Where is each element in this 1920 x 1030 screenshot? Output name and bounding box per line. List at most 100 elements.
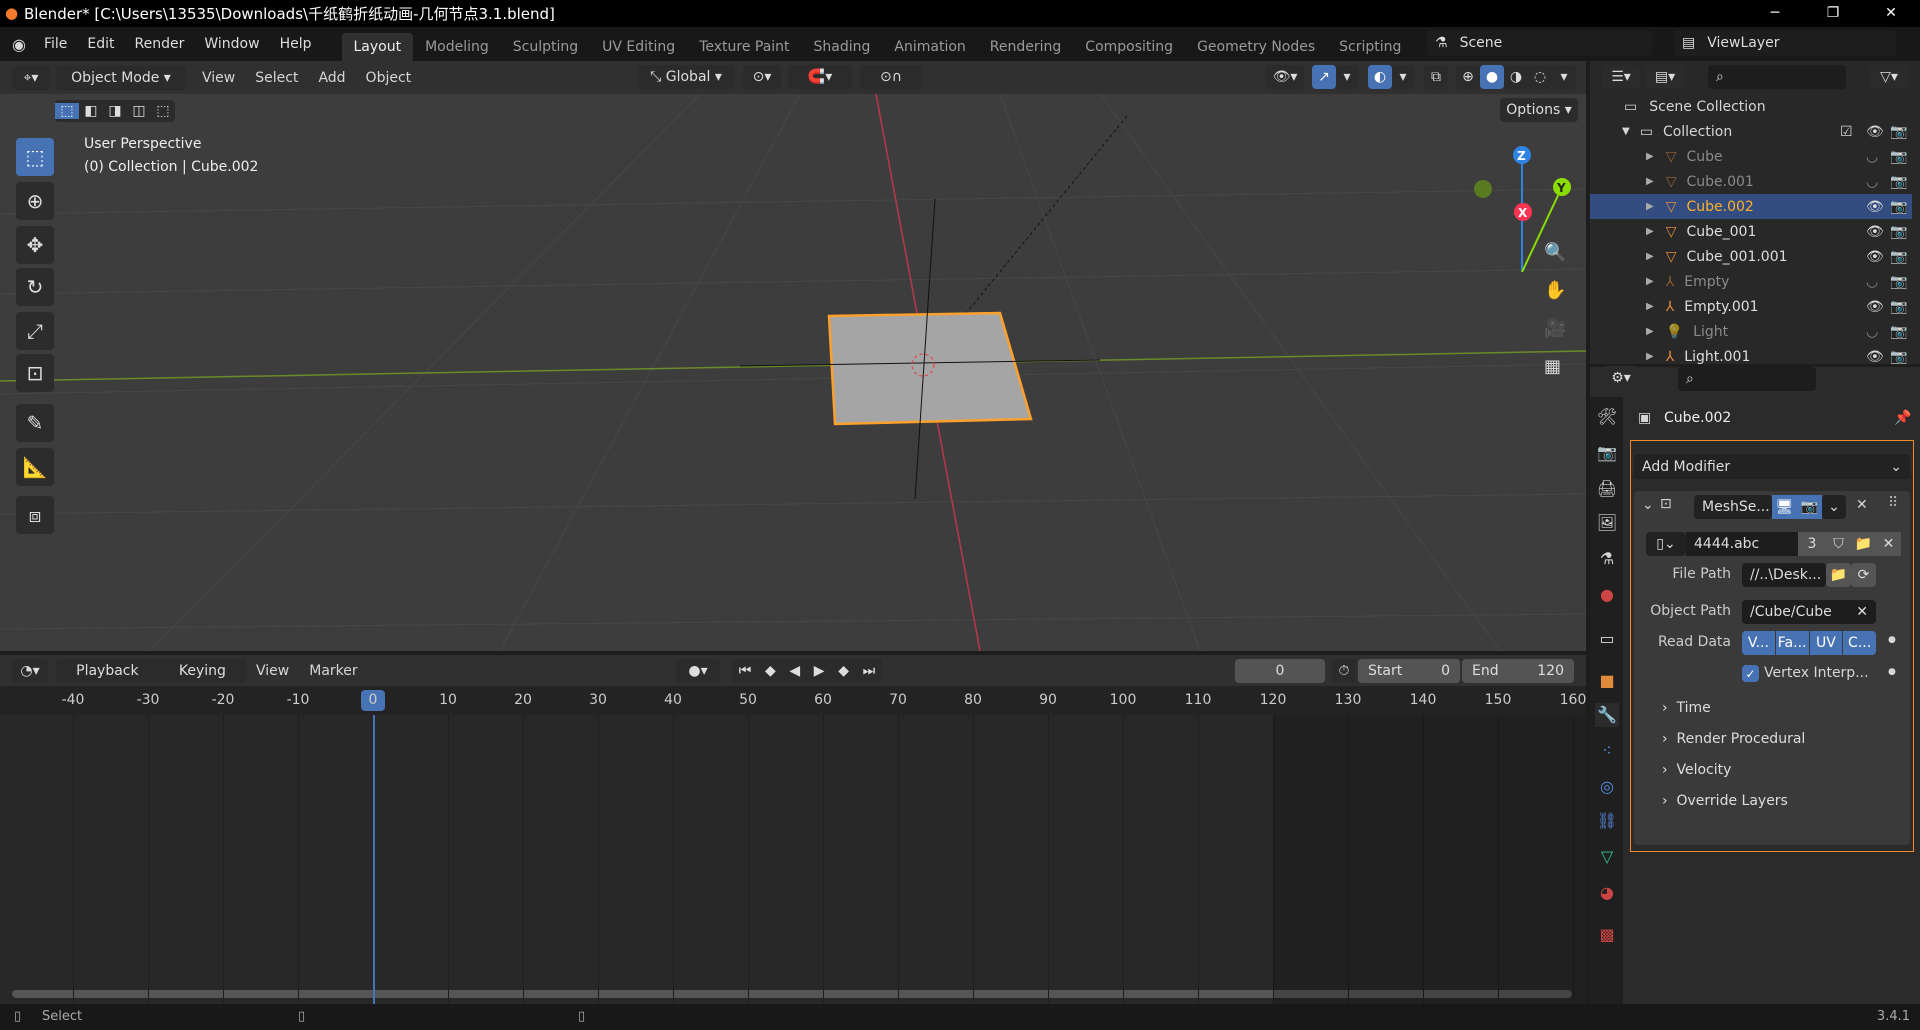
collapse-modifier-icon[interactable]: ⌄ (1642, 497, 1654, 513)
eye-icon[interactable]: 👁 (1866, 249, 1884, 265)
select-intersect-icon[interactable]: ⬚ (151, 103, 175, 119)
view-layer-tab-icon[interactable]: 🖼 (1595, 511, 1619, 535)
blender-menu-icon[interactable]: ◉ (12, 35, 26, 54)
modifier-extras-dropdown[interactable]: ⌄ (1822, 495, 1846, 519)
read-uv-toggle[interactable]: UV (1809, 631, 1843, 655)
tab-uv-editing[interactable]: UV Editing (590, 33, 687, 61)
cache-file-browse-icon[interactable]: ▯⌄ (1646, 532, 1686, 556)
camera-view-icon[interactable]: 🎥 (1544, 318, 1566, 339)
play-icon[interactable]: ▶ (814, 663, 825, 679)
camera-icon[interactable]: 📷 (1890, 299, 1907, 315)
unlink-cache-icon[interactable]: ✕ (1876, 532, 1901, 556)
properties-search-input[interactable]: ⌕ (1678, 367, 1816, 391)
outliner-item[interactable]: ▶ ▽ Cube.002 👁 📷 (1590, 194, 1912, 219)
scene-tab-icon[interactable]: ⚗ (1595, 547, 1619, 571)
rotate-tool-icon[interactable]: ↻ (16, 268, 54, 306)
select-extend-icon[interactable]: ◧ (79, 103, 103, 119)
select-new-icon[interactable]: ⬚ (55, 103, 79, 119)
expand-arrow-icon[interactable]: ▶ (1646, 326, 1654, 337)
snap-icon[interactable]: 🧲▾ (788, 65, 852, 89)
camera-icon[interactable]: 📷 (1890, 249, 1907, 265)
shading-dropdown[interactable]: ▾ (1552, 65, 1576, 89)
select-box-tool-icon[interactable]: ⬚ (16, 138, 54, 176)
gizmo-toggle-icon[interactable]: ↗ (1312, 65, 1336, 89)
collection-checkbox[interactable]: ☑ (1840, 124, 1853, 140)
tab-rendering[interactable]: Rendering (978, 33, 1074, 61)
material-tab-icon[interactable]: ◕ (1595, 881, 1619, 905)
measure-tool-icon[interactable]: 📐 (16, 448, 54, 486)
open-cache-folder-icon[interactable]: 📁 (1851, 532, 1876, 556)
preview-range-icon[interactable]: ⏱ (1332, 659, 1356, 683)
remove-modifier-icon[interactable]: ✕ (1856, 497, 1868, 513)
prev-keyframe-icon[interactable]: ◆ (765, 663, 776, 679)
visibility-icon[interactable]: 👁▾ (1266, 65, 1304, 89)
camera-icon[interactable]: 📷 (1890, 274, 1907, 290)
eye-icon[interactable]: 👁 (1866, 299, 1884, 315)
outliner-item[interactable]: ▶ ▽ Cube_001.001 👁 📷 (1590, 244, 1912, 269)
eye-icon[interactable]: 👁 (1866, 349, 1884, 365)
object-tab-icon[interactable]: ■ (1595, 669, 1619, 693)
clear-object-path-icon[interactable]: ✕ (1856, 604, 1868, 620)
outliner-item[interactable]: ▶ ⅄ Empty ◡ 📷 (1590, 269, 1912, 294)
eye-icon[interactable]: 👁 (1866, 124, 1884, 140)
proportional-editing-icon[interactable]: ⊙∩ (860, 65, 922, 89)
tab-sculpting[interactable]: Sculpting (501, 33, 590, 61)
zoom-view-icon[interactable]: 🔍 (1544, 242, 1566, 263)
vertex-interpolation-checkbox[interactable]: ✓ (1742, 665, 1759, 682)
reload-file-icon[interactable]: ⟳ (1851, 563, 1876, 587)
tool-tab-icon[interactable]: 🛠 (1595, 405, 1619, 429)
tab-compositing[interactable]: Compositing (1073, 33, 1185, 61)
eye-icon[interactable]: 👁 (1866, 224, 1884, 240)
add-modifier-dropdown[interactable]: Add Modifier ⌄ (1634, 454, 1910, 479)
3d-viewport[interactable]: Z Y X ⬚ ◧ ◨ ◫ ⬚ Options ▾ User Perspecti… (0, 94, 1586, 651)
world-tab-icon[interactable]: ● (1595, 583, 1619, 607)
camera-icon[interactable]: 📷 (1890, 149, 1907, 165)
maximize-button[interactable]: ❐ (1804, 0, 1862, 27)
next-keyframe-icon[interactable]: ◆ (838, 663, 849, 679)
eye-closed-icon[interactable]: ◡ (1866, 324, 1878, 340)
scene-collection-label[interactable]: Scene Collection (1649, 99, 1765, 115)
cache-users-count[interactable]: 3 (1798, 532, 1826, 556)
eye-icon[interactable]: 👁 (1866, 199, 1884, 215)
viewport-menu-object[interactable]: Object (356, 70, 422, 86)
pin-icon[interactable]: 📌 (1894, 410, 1911, 426)
menu-render[interactable]: Render (125, 36, 195, 52)
cache-file-field[interactable]: 4444.abc (1686, 532, 1798, 556)
output-tab-icon[interactable]: 🖨 (1595, 477, 1619, 501)
expand-arrow-icon[interactable]: ▼ (1622, 126, 1630, 137)
pan-view-icon[interactable]: ✋ (1544, 280, 1566, 301)
expand-arrow-icon[interactable]: ▶ (1646, 301, 1654, 312)
overlay-toggle-icon[interactable]: ◐ (1368, 65, 1392, 89)
camera-icon[interactable]: 📷 (1890, 199, 1907, 215)
menu-window[interactable]: Window (194, 36, 269, 52)
outliner-item[interactable]: ▶ 💡 Light ◡ 📷 (1590, 319, 1912, 344)
close-button[interactable]: ✕ (1862, 0, 1920, 27)
browse-file-icon[interactable]: 📁 (1826, 563, 1851, 587)
timeline-menu-playback[interactable]: Playback (76, 663, 138, 679)
minimize-button[interactable]: ─ (1746, 0, 1804, 27)
read-face-toggle[interactable]: Fa... (1775, 631, 1809, 655)
editor-type-button[interactable]: ⌖▾ (12, 65, 50, 90)
select-subtract-icon[interactable]: ◨ (103, 103, 127, 119)
timeline-menu-keying[interactable]: Keying (179, 663, 226, 679)
physics-tab-icon[interactable]: ◎ (1595, 775, 1619, 799)
eye-closed-icon[interactable]: ◡ (1866, 174, 1878, 190)
timeline-editor-type-icon[interactable]: ◔▾ (12, 658, 48, 683)
viewport-menu-view[interactable]: View (186, 70, 245, 86)
camera-icon[interactable]: 📷 (1890, 124, 1907, 140)
ortho-toggle-icon[interactable]: ▦ (1544, 356, 1561, 377)
viewport-menu-add[interactable]: Add (308, 70, 355, 86)
outliner-item[interactable]: ▶ ▽ Cube ◡ 📷 (1590, 144, 1912, 169)
outliner-item[interactable]: ▶ ⅄ Empty.001 👁 📷 (1590, 294, 1912, 319)
expand-arrow-icon[interactable]: ▶ (1646, 151, 1654, 162)
annotate-tool-icon[interactable]: ✎ (16, 404, 54, 442)
rendered-shading-icon[interactable]: ◌ (1528, 65, 1552, 89)
current-frame-field[interactable]: 0 (1235, 659, 1325, 683)
pivot-point-icon[interactable]: ⊙▾ (743, 65, 781, 89)
collection-label[interactable]: Collection (1663, 124, 1732, 140)
particles-tab-icon[interactable]: ⁖ (1595, 739, 1619, 763)
tab-animation[interactable]: Animation (882, 33, 977, 61)
panel-velocity[interactable]: › Velocity (1662, 762, 1731, 778)
data-tab-icon[interactable]: ▽ (1595, 845, 1619, 869)
select-invert-icon[interactable]: ◫ (127, 103, 151, 119)
